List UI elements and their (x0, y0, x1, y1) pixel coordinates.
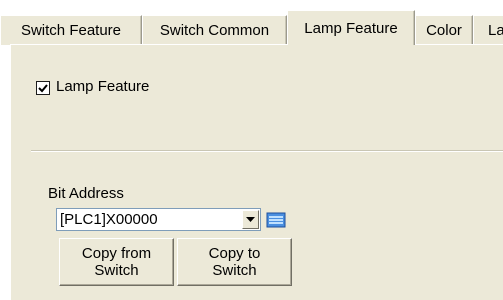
tab-color[interactable]: Color (415, 15, 473, 45)
lamp-feature-label: Lamp Feature (56, 78, 150, 95)
button-label-line1: Copy to (208, 245, 261, 262)
tab-label: Switch Common (159, 22, 270, 39)
tab-label: La (488, 22, 503, 39)
tab-switch-common[interactable]: Switch Common (142, 15, 287, 45)
tab-label: Switch Feature (20, 22, 122, 39)
button-label-line2: Switch (212, 262, 257, 279)
keyboard-input-button[interactable] (265, 210, 287, 230)
tab-switch-feature[interactable]: Switch Feature (0, 15, 142, 45)
combo-dropdown-button[interactable] (242, 210, 259, 229)
keyboard-icon (266, 212, 286, 228)
chevron-down-icon (246, 216, 255, 222)
copy-to-switch-button[interactable]: Copy to Switch (177, 238, 292, 286)
lamp-feature-panel: Lamp Feature Bit Address [PLC1]X00000 Co… (10, 44, 503, 300)
button-label-line2: Switch (94, 262, 139, 279)
separator (31, 150, 503, 152)
bit-address-label: Bit Address (48, 185, 124, 202)
lamp-feature-checkbox[interactable] (36, 81, 50, 95)
tab-label: Lamp Feature (304, 19, 398, 37)
tab-lamp-feature[interactable]: Lamp Feature (287, 10, 415, 45)
tab-label: Color (426, 22, 462, 39)
bit-address-combobox[interactable]: [PLC1]X00000 (56, 208, 261, 231)
tab-la[interactable]: La (473, 15, 503, 45)
tab-strip: Switch Feature Switch Common Lamp Featur… (0, 0, 503, 45)
button-label-line1: Copy from (81, 245, 152, 262)
bit-address-value: [PLC1]X00000 (60, 211, 158, 228)
copy-from-switch-button[interactable]: Copy from Switch (59, 238, 174, 286)
check-icon (38, 84, 48, 93)
